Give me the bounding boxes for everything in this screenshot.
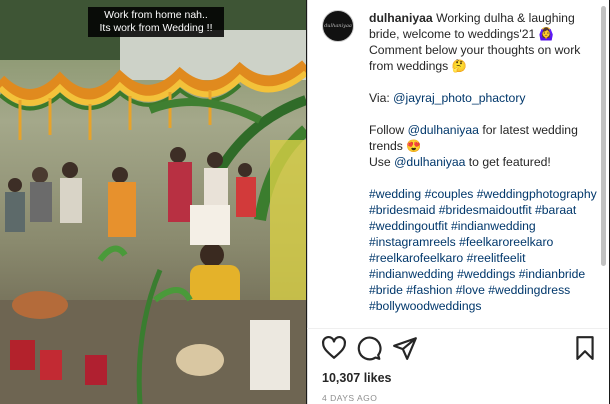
hashtag-link[interactable]: #instagramreels [369,235,456,249]
likes-count[interactable]: 10,307 likes [322,371,392,385]
hashtag-link[interactable]: #bollywoodweddings [369,299,481,313]
post-actions [307,335,608,365]
post-caption-section: dulhaniyaa dulhaniyaa Working dulha & la… [322,10,602,325]
hashtag-link[interactable]: #reelkarofeelkaro [369,251,463,265]
hashtag-link[interactable]: #weddingphotography [477,187,597,201]
avatar[interactable]: dulhaniyaa [322,10,354,42]
hashtag-link[interactable]: #wedding [369,187,421,201]
hashtag-link[interactable]: #weddingoutfit [369,219,448,233]
post-video[interactable]: Work from home nah.. Its work from Weddi… [0,0,306,404]
via-label: Via: [369,91,394,105]
hashtag-link[interactable]: #bridesmaidoutfit [439,203,532,217]
overlay-line-1: Work from home nah.. [104,9,208,21]
hashtag-link[interactable]: #baraat [535,203,576,217]
username-link[interactable]: dulhaniyaa [369,11,433,25]
video-caption-overlay: Work from home nah.. Its work from Weddi… [88,7,224,37]
post-viewer: Work from home nah.. Its work from Weddi… [0,0,610,404]
hashtag-link[interactable]: #reelitfeelit [467,251,526,265]
use-handle-link[interactable]: @dulhaniyaa [394,155,465,169]
action-divider [307,328,608,329]
hashtag-link[interactable]: #love [456,283,485,297]
follow-handle-link[interactable]: @dulhaniyaa [408,123,479,137]
post-timestamp[interactable]: 4 DAYS AGO [322,393,377,403]
hashtag-link[interactable]: #indianwedding [369,267,454,281]
scroll-thumb[interactable] [601,6,606,266]
heart-icon[interactable] [321,335,347,361]
caption-text: dulhaniyaa Working dulha & laughing brid… [369,10,602,314]
bookmark-icon[interactable] [572,335,598,361]
overlay-line-2: Its work from Wedding !! [99,22,213,34]
hashtag-list: #wedding #couples #weddingphotography #b… [369,187,597,313]
hashtag-link[interactable]: #fashion [406,283,452,297]
hashtag-link[interactable]: #indianwedding [451,219,536,233]
hashtag-link[interactable]: #weddings [457,267,515,281]
hashtag-link[interactable]: #bridesmaid [369,203,435,217]
paper-plane-icon[interactable] [392,335,418,361]
wedding-scene-image [0,0,306,404]
avatar-logo: dulhaniyaa [324,23,352,29]
hashtag-link[interactable]: #feelkaroreelkaro [459,235,553,249]
hashtag-link[interactable]: #couples [425,187,474,201]
comment-icon[interactable] [356,335,382,361]
use-suffix: to get featured! [465,155,551,169]
via-handle-link[interactable]: @jayraj_photo_phactory [393,91,525,105]
hashtag-link[interactable]: #bride [369,283,403,297]
use-prefix: Use [369,155,395,169]
follow-prefix: Follow [369,123,408,137]
hashtag-link[interactable]: #weddingdress [488,283,570,297]
hashtag-link[interactable]: #indianbride [519,267,585,281]
